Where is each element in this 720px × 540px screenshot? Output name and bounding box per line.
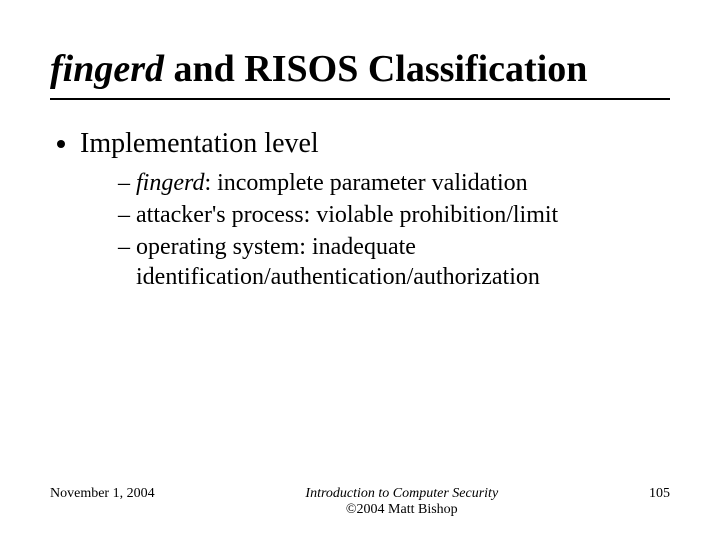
sub-bullet-list: fingerd: incomplete parameter validation… <box>118 168 670 292</box>
slide: fingerd and RISOS Classification Impleme… <box>0 0 720 540</box>
sub-bullet-3: operating system: inadequate identificat… <box>118 232 670 292</box>
footer-center: Introduction to Computer Security ©2004 … <box>155 486 649 518</box>
sub-bullet-2-text: attacker's process: violable prohibition… <box>136 202 558 228</box>
title-rest: and RISOS Classification <box>164 48 587 90</box>
title-italic: fingerd <box>50 48 164 90</box>
bullet-item-1-text: Implementation level <box>80 128 319 159</box>
title-underline <box>50 98 670 100</box>
footer-date: November 1, 2004 <box>50 486 155 502</box>
sub-bullet-2: attacker's process: violable prohibition… <box>118 200 670 230</box>
slide-title: fingerd and RISOS Classification <box>50 48 670 92</box>
bullet-item-1: Implementation level fingerd: incomplete… <box>80 128 670 292</box>
sub-bullet-1-italic: fingerd <box>136 170 204 196</box>
sub-bullet-1: fingerd: incomplete parameter validation <box>118 168 670 198</box>
sub-bullet-1-rest: : incomplete parameter validation <box>204 170 527 196</box>
footer-copyright: ©2004 Matt Bishop <box>346 502 458 517</box>
footer-page-number: 105 <box>649 486 670 502</box>
slide-footer: November 1, 2004 Introduction to Compute… <box>0 486 720 518</box>
sub-bullet-3-text: operating system: inadequate identificat… <box>136 234 540 290</box>
footer-title: Introduction to Computer Security <box>155 486 649 502</box>
bullet-list: Implementation level fingerd: incomplete… <box>80 128 670 292</box>
